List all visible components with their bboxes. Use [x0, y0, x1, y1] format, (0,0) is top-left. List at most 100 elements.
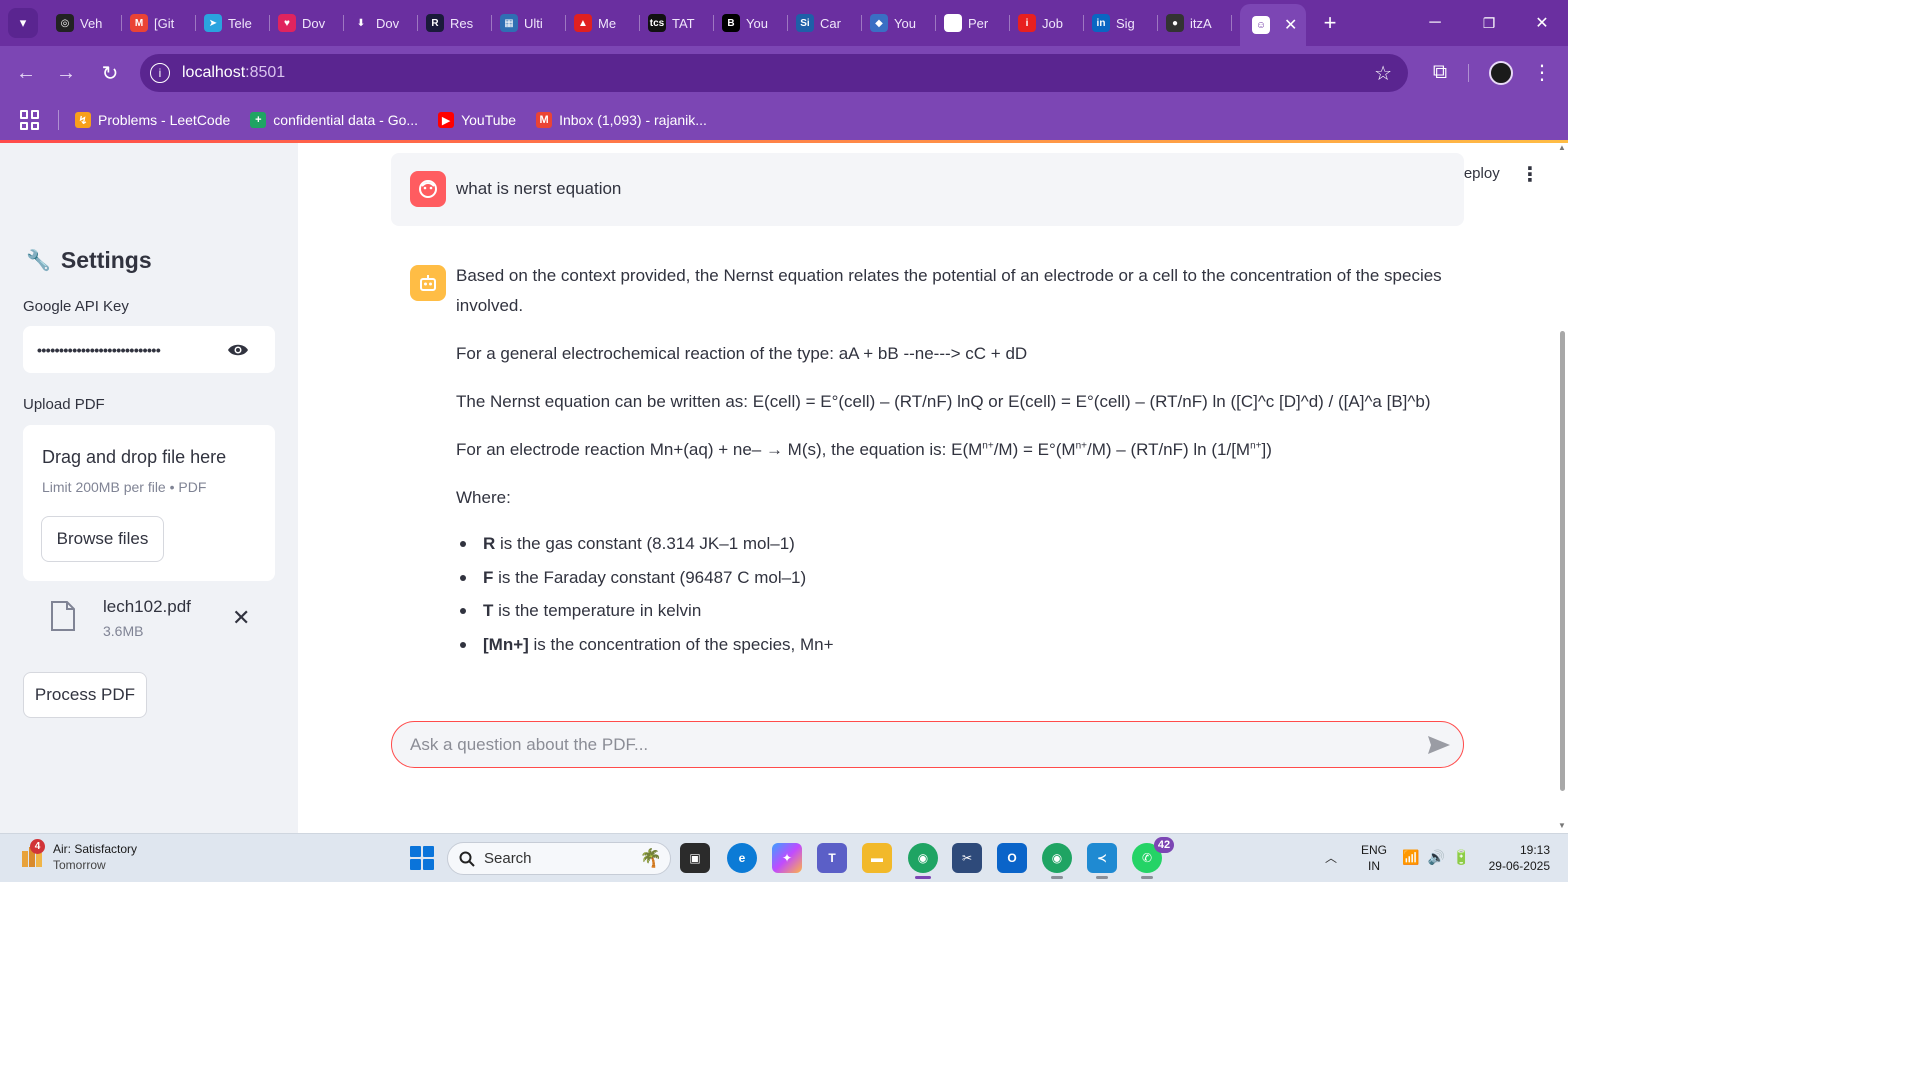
api-key-input[interactable]: ••••••••••••••••••••••••••••	[23, 326, 275, 373]
minimize-button[interactable]: ─	[1420, 8, 1450, 38]
tab-item[interactable]: M [Git	[122, 6, 196, 40]
clock-time: 19:13	[1519, 843, 1550, 857]
r-icon: R	[426, 14, 444, 32]
teams-icon[interactable]: T	[817, 843, 847, 873]
scroll-up-icon[interactable]: ▲	[1558, 143, 1566, 152]
tab-item[interactable]: ➤ Tele	[196, 6, 270, 40]
tab-item[interactable]: ▦ Ulti	[492, 6, 566, 40]
si-icon: Si	[796, 14, 814, 32]
forward-button[interactable]: →	[50, 57, 82, 89]
chat-input[interactable]	[391, 721, 1464, 768]
tab-item[interactable]: ◎ Veh	[48, 6, 122, 40]
tab-active[interactable]: ☺ ✕	[1240, 4, 1306, 46]
answer-paragraph: Based on the context provided, the Nerns…	[456, 266, 1442, 315]
process-pdf-button[interactable]: Process PDF	[23, 672, 147, 718]
definition-term: F	[483, 567, 494, 587]
bookmark-star-icon[interactable]: ☆	[1374, 61, 1392, 86]
tab-item[interactable]: ◆ You	[862, 6, 936, 40]
chrome-profile-icon[interactable]: ◉	[1042, 843, 1072, 879]
browser-menu-icon[interactable]: ⋮	[1532, 58, 1552, 86]
tab-search-chevron-icon[interactable]: ▾	[8, 8, 38, 38]
tab-item[interactable]: Per	[936, 6, 1010, 40]
search-highlight-icon: 🌴	[639, 848, 662, 868]
send-icon[interactable]	[1426, 733, 1452, 757]
bookmark-item[interactable]: M Inbox (1,093) - rajanik...	[536, 112, 707, 128]
outlook-icon[interactable]: O	[997, 843, 1027, 873]
bookmarks-bar: ↯ Problems - LeetCode + confidential data -…	[0, 100, 1568, 140]
vscode-icon[interactable]: ≺	[1087, 843, 1117, 879]
file-icon	[51, 601, 75, 631]
settings-heading: 🔧 Settings	[26, 247, 152, 274]
weather-text: Air: Satisfactory Tomorrow	[53, 841, 137, 873]
bookmark-item[interactable]: + confidential data - Go...	[250, 112, 418, 128]
bookmark-item[interactable]: ↯ Problems - LeetCode	[75, 112, 230, 128]
taskbar-search[interactable]: Search 🌴	[447, 842, 671, 875]
weather-widget[interactable]: 4 Air: Satisfactory Tomorrow	[20, 839, 137, 873]
language-indicator[interactable]: ENG IN	[1361, 842, 1387, 874]
youtube-icon: ▶	[438, 112, 455, 128]
show-password-eye-icon[interactable]	[227, 339, 249, 361]
linkedin-icon: in	[1092, 14, 1110, 32]
wrench-icon: 🔧	[26, 250, 51, 272]
close-window-button[interactable]: ✕	[1527, 8, 1557, 38]
extensions-icon[interactable]: ⧉	[1426, 58, 1454, 86]
tab-item[interactable]: B You	[714, 6, 788, 40]
app-menu-icon[interactable]: ⋮	[1520, 161, 1540, 187]
answer-paragraph: For a general electrochemical reaction o…	[456, 344, 1028, 363]
battery-icon[interactable]: 🔋	[1453, 849, 1470, 866]
volume-icon[interactable]: 🔊	[1427, 849, 1444, 866]
scroll-thumb[interactable]	[1560, 331, 1565, 791]
user-chat-message: what is nerst equation	[391, 153, 1464, 226]
streamlit-app-icon: ☺	[1252, 16, 1270, 34]
main-content: Deploy ⋮ what is nerst equation Based on…	[298, 143, 1556, 833]
scroll-down-icon[interactable]: ▼	[1558, 821, 1566, 830]
browse-files-button[interactable]: Browse files	[41, 516, 164, 562]
restore-button[interactable]: ❐	[1474, 8, 1504, 38]
definition-term: R	[483, 534, 496, 553]
close-tab-icon[interactable]: ✕	[1284, 15, 1297, 35]
tab-item[interactable]: in Sig	[1084, 6, 1158, 40]
api-key-value: ••••••••••••••••••••••••••••	[37, 341, 161, 358]
reload-button[interactable]: ↻	[94, 57, 126, 89]
tab-item[interactable]: ▲ Me	[566, 6, 640, 40]
tab-item[interactable]: i Job	[1010, 6, 1084, 40]
chat-input-field[interactable]	[410, 722, 1400, 767]
system-clock[interactable]: 19:13 29-06-2025	[1478, 842, 1550, 874]
edge-icon[interactable]: e	[727, 843, 757, 873]
tab-item[interactable]: R Res	[418, 6, 492, 40]
whatsapp-icon[interactable]: ✆ 42	[1132, 837, 1174, 879]
site-info-icon[interactable]: i	[150, 63, 170, 83]
profile-avatar[interactable]	[1489, 61, 1513, 85]
upload-pdf-label: Upload PDF	[23, 396, 105, 413]
file-explorer-icon[interactable]: ▬	[862, 843, 892, 873]
search-icon	[459, 851, 475, 867]
remove-file-icon[interactable]: ✕	[232, 605, 250, 631]
copilot-icon[interactable]: ✦	[772, 843, 802, 873]
bookmark-item[interactable]: ▶ YouTube	[438, 112, 516, 128]
file-dropzone[interactable]: Drag and drop file here Limit 200MB per …	[23, 425, 275, 581]
tab-item[interactable]: ♥ Dov	[270, 6, 344, 40]
address-bar[interactable]: i localhost:8501 ☆	[140, 54, 1408, 92]
tray-chevron-up-icon[interactable]: ︿	[1325, 849, 1337, 866]
user-avatar-icon	[410, 171, 446, 207]
wifi-icon[interactable]: 📶	[1402, 849, 1419, 866]
tab-item[interactable]: tcs TAT	[640, 6, 714, 40]
bookmark-label: Problems - LeetCode	[98, 112, 231, 128]
bookmark-label: confidential data - Go...	[273, 112, 419, 128]
tab-item[interactable]: ● itzA	[1158, 6, 1232, 40]
page-scrollbar[interactable]: ▲ ▼	[1556, 143, 1568, 833]
tab-item[interactable]: Si Car	[788, 6, 862, 40]
definition-item: R is the gas constant (8.314 JK–1 mol–1)	[456, 527, 1456, 561]
apps-grid-icon[interactable]	[20, 110, 40, 130]
definition-item: F is the Faraday constant (96487 C mol–1…	[456, 561, 1456, 595]
windows-start-icon[interactable]	[410, 846, 434, 870]
tab-item[interactable]: ⬇ Dov	[344, 6, 418, 40]
answer-paragraph: Where:	[456, 488, 511, 507]
task-view-icon[interactable]: ▣	[680, 843, 710, 873]
back-button[interactable]: ←	[10, 57, 42, 89]
snipping-tool-icon[interactable]: ✂	[952, 843, 982, 873]
chrome-icon[interactable]: ◉	[908, 843, 938, 879]
system-tray[interactable]: 📶 🔊 🔋	[1402, 849, 1470, 866]
bookmarks-divider	[58, 110, 59, 130]
new-tab-button[interactable]: +	[1318, 8, 1342, 38]
